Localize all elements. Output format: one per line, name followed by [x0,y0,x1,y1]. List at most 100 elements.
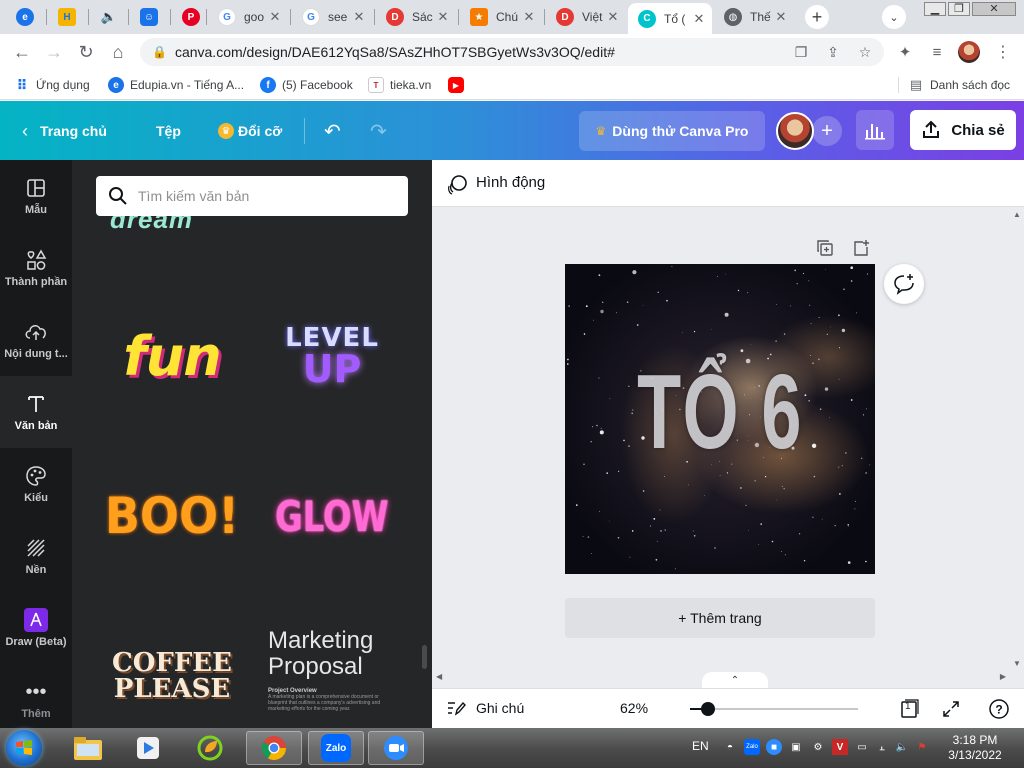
browser-tab[interactable]: G see ✕ [292,2,372,32]
add-page-button[interactable]: + Thêm trang [565,598,875,638]
coffee-please-text-style[interactable]: COFFEE PLEASE [102,626,242,726]
zoom-tray-icon[interactable]: ■ [766,739,782,755]
bookmark-item[interactable]: ▶ [448,75,470,95]
browser-tab[interactable]: G goo ✕ [208,2,288,32]
close-icon[interactable]: ✕ [268,9,282,25]
start-button[interactable] [6,730,42,766]
undo-icon[interactable]: ↶ [324,119,341,143]
help-icon[interactable]: ? [988,698,1010,720]
resize-button[interactable]: ♛ Đổi cỡ [218,119,282,143]
insights-button[interactable] [856,110,894,150]
glow-text-style[interactable]: GLOW [262,466,402,566]
more-vert-icon[interactable]: ⋮ [992,41,1014,63]
home-icon[interactable]: ⌂ [106,40,130,64]
close-icon[interactable]: ✕ [352,9,366,25]
rail-item-text[interactable]: Văn bản [0,376,72,448]
marketing-proposal-text-style[interactable]: Marketing Proposal Project Overview A ma… [268,628,398,728]
close-icon[interactable]: ✕ [606,9,620,25]
monitor-icon[interactable]: ▭ [854,739,870,755]
try-canva-pro-button[interactable]: ♛ Dùng thử Canva Pro [579,111,765,151]
browser-tab[interactable]: e [6,2,44,32]
rail-item-draw[interactable]: Draw (Beta) [0,592,72,664]
rail-item-uploads[interactable]: Nội dung t... [0,304,72,376]
vertical-scrollbar[interactable]: ▲ ▼ [1010,208,1024,670]
share-button[interactable]: Chia sẻ [910,110,1016,150]
invite-plus-button[interactable]: + [812,116,842,146]
page-title-text[interactable]: TỔ 6 [615,352,826,473]
panel-scrollbar[interactable] [422,645,427,669]
animate-icon[interactable] [446,174,468,196]
partial-text-style[interactable]: dream [110,216,220,232]
boo-text-style[interactable]: BOO! [102,466,242,566]
extensions-icon[interactable]: ✦ [894,41,916,63]
close-icon[interactable]: ✕ [774,9,788,25]
add-comment-button[interactable] [884,264,924,304]
settings-tray-icon[interactable]: ⚙ [810,739,826,755]
browser-tab-active[interactable]: C Tổ ( ✕ [628,3,712,34]
browser-tab[interactable]: ★ Chú ✕ [460,2,542,32]
reading-list-button[interactable]: ▤ Danh sách đọc [908,75,1010,95]
v-app-icon[interactable]: V [832,739,848,755]
animate-button[interactable]: Hình động [476,174,545,191]
new-tab-button[interactable]: + [805,5,829,29]
forward-arrow-icon[interactable]: → [42,40,66,64]
file-menu-button[interactable]: Tệp [156,119,181,143]
redo-icon[interactable]: ↷ [370,119,387,143]
media-control-icon[interactable]: ≡ [926,41,948,63]
home-button[interactable]: ‹ Trang chủ [22,119,107,143]
bookmark-item[interactable]: f (5) Facebook [260,75,353,95]
language-indicator[interactable]: EN [692,739,709,753]
zoom-slider-knob[interactable] [701,702,716,716]
volume-icon[interactable]: 🔈 [894,739,910,755]
chevron-up-icon[interactable]: ⌃ [702,672,768,688]
media-player-icon[interactable] [120,731,176,765]
duplicate-page-icon[interactable] [814,237,836,259]
close-window-button[interactable]: ✕ [972,2,1016,16]
explorer-icon[interactable] [60,731,116,765]
browser-tab[interactable]: D Việt ✕ [546,2,626,32]
share-page-icon[interactable]: ⇪ [822,41,844,63]
bookmark-item[interactable]: e Edupia.vn - Tiếng A... [108,75,244,95]
browser-tab[interactable]: P [172,2,206,32]
browser-tab[interactable]: H [48,2,84,32]
copy-link-icon[interactable]: ❐ [790,41,812,63]
fullscreen-icon[interactable] [940,698,962,720]
reload-icon[interactable]: ↻ [74,40,98,64]
zoom-icon[interactable] [368,731,424,765]
bookmark-item[interactable]: ⠿ Ứng dụng [14,75,90,95]
fun-text-style[interactable]: fun [102,306,242,406]
minimize-button[interactable]: ▁ [924,2,946,16]
browser-tab[interactable]: 🔈 [90,2,126,32]
bookmark-star-icon[interactable]: ☆ [854,41,876,63]
leaf-app-icon[interactable] [182,731,238,765]
tab-search-button[interactable]: ⌄ [882,5,906,29]
browser-tab[interactable]: ☺ [130,2,168,32]
clock[interactable]: 3:18 PM 3/13/2022 [938,733,1012,763]
zalo-icon[interactable]: Zalo [308,731,364,765]
browser-tab[interactable]: D Sác ✕ [376,2,456,32]
restore-button[interactable]: ❐ [948,2,970,16]
network-icon[interactable]: ⫠ [874,739,890,755]
network-share-icon[interactable]: ▣ [788,739,804,755]
user-avatar[interactable] [776,112,814,150]
notes-button[interactable]: Ghi chú [446,699,524,717]
address-bar[interactable]: 🔒 canva.com/design/DAE612YqSa8/SAsZHhOT7… [140,38,884,66]
design-page[interactable]: TỔ 6 [565,264,875,574]
add-page-icon[interactable] [850,237,872,259]
zoom-percentage[interactable]: 62% [620,700,648,716]
bookmark-item[interactable]: T tieka.vn [368,75,431,95]
zalo-tray-icon[interactable]: Zalo [744,739,760,755]
search-input[interactable]: Tìm kiếm văn bản [96,176,408,216]
rail-item-templates[interactable]: Mẫu [0,160,72,232]
browser-tab[interactable]: ◍ Thế ✕ [714,2,794,32]
rail-item-background[interactable]: Nền [0,520,72,592]
profile-avatar[interactable] [958,41,980,63]
flag-alert-icon[interactable]: ⚑ [914,739,930,755]
back-arrow-icon[interactable]: ← [10,40,34,64]
close-icon[interactable]: ✕ [522,9,536,25]
close-icon[interactable]: ✕ [436,9,450,25]
zoom-slider[interactable] [690,702,858,716]
rail-item-elements[interactable]: Thành phần [0,232,72,304]
rail-item-styles[interactable]: Kiểu [0,448,72,520]
rail-item-more[interactable]: ••• Thêm [0,664,72,736]
